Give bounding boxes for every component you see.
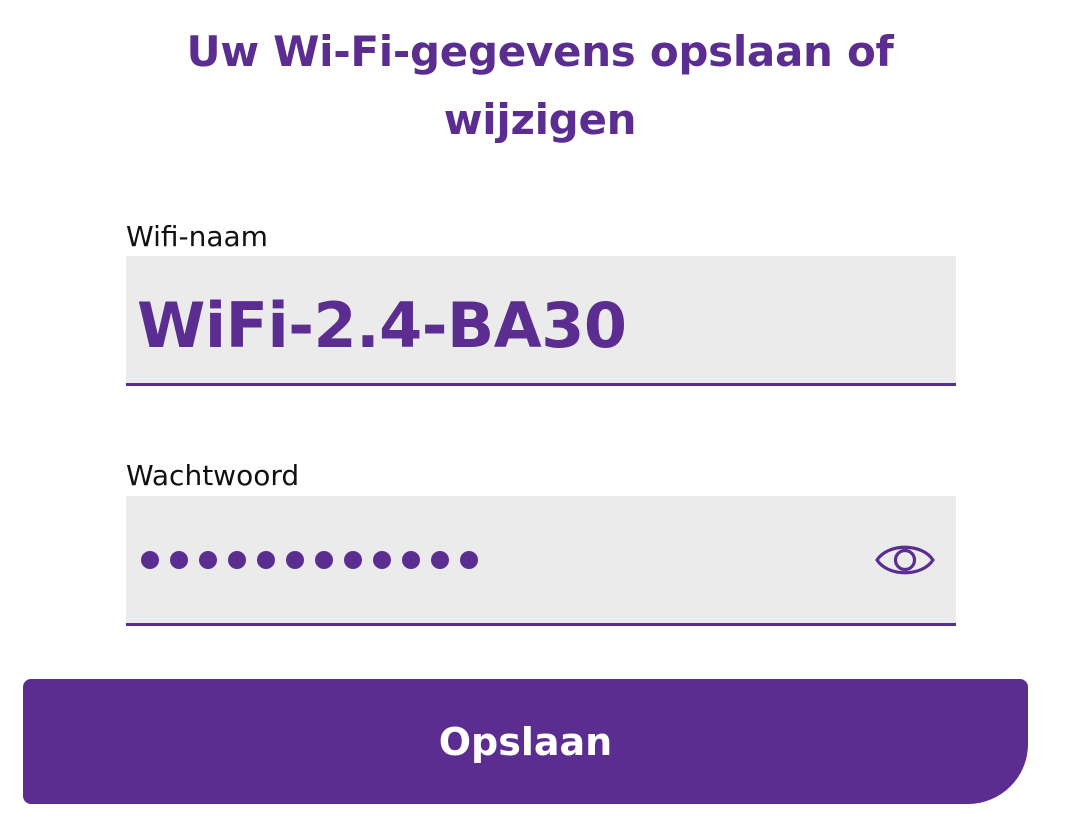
password-dot bbox=[257, 551, 275, 569]
password-dot bbox=[199, 551, 217, 569]
wifi-settings-page: Uw Wi-Fi-gegevens opslaan of wijzigen Wi… bbox=[0, 0, 1080, 818]
password-field[interactable] bbox=[126, 496, 956, 626]
wifi-name-label: Wifi-naam bbox=[126, 220, 268, 253]
eye-icon[interactable] bbox=[874, 537, 936, 583]
password-dot bbox=[431, 551, 449, 569]
password-dot bbox=[228, 551, 246, 569]
password-dot bbox=[170, 551, 188, 569]
password-dot bbox=[286, 551, 304, 569]
password-dot bbox=[373, 551, 391, 569]
password-dot bbox=[402, 551, 420, 569]
wifi-name-value[interactable]: WiFi-2.4-BA30 bbox=[137, 286, 627, 366]
wifi-name-field[interactable]: WiFi-2.4-BA30 bbox=[126, 256, 956, 386]
save-button[interactable]: Opslaan bbox=[23, 679, 1028, 804]
password-label: Wachtwoord bbox=[126, 459, 300, 492]
password-masked-value[interactable] bbox=[141, 551, 478, 569]
page-title: Uw Wi-Fi-gegevens opslaan of wijzigen bbox=[186, 27, 894, 144]
password-dot bbox=[315, 551, 333, 569]
password-dot bbox=[460, 551, 478, 569]
password-dot bbox=[344, 551, 362, 569]
password-dot bbox=[141, 551, 159, 569]
